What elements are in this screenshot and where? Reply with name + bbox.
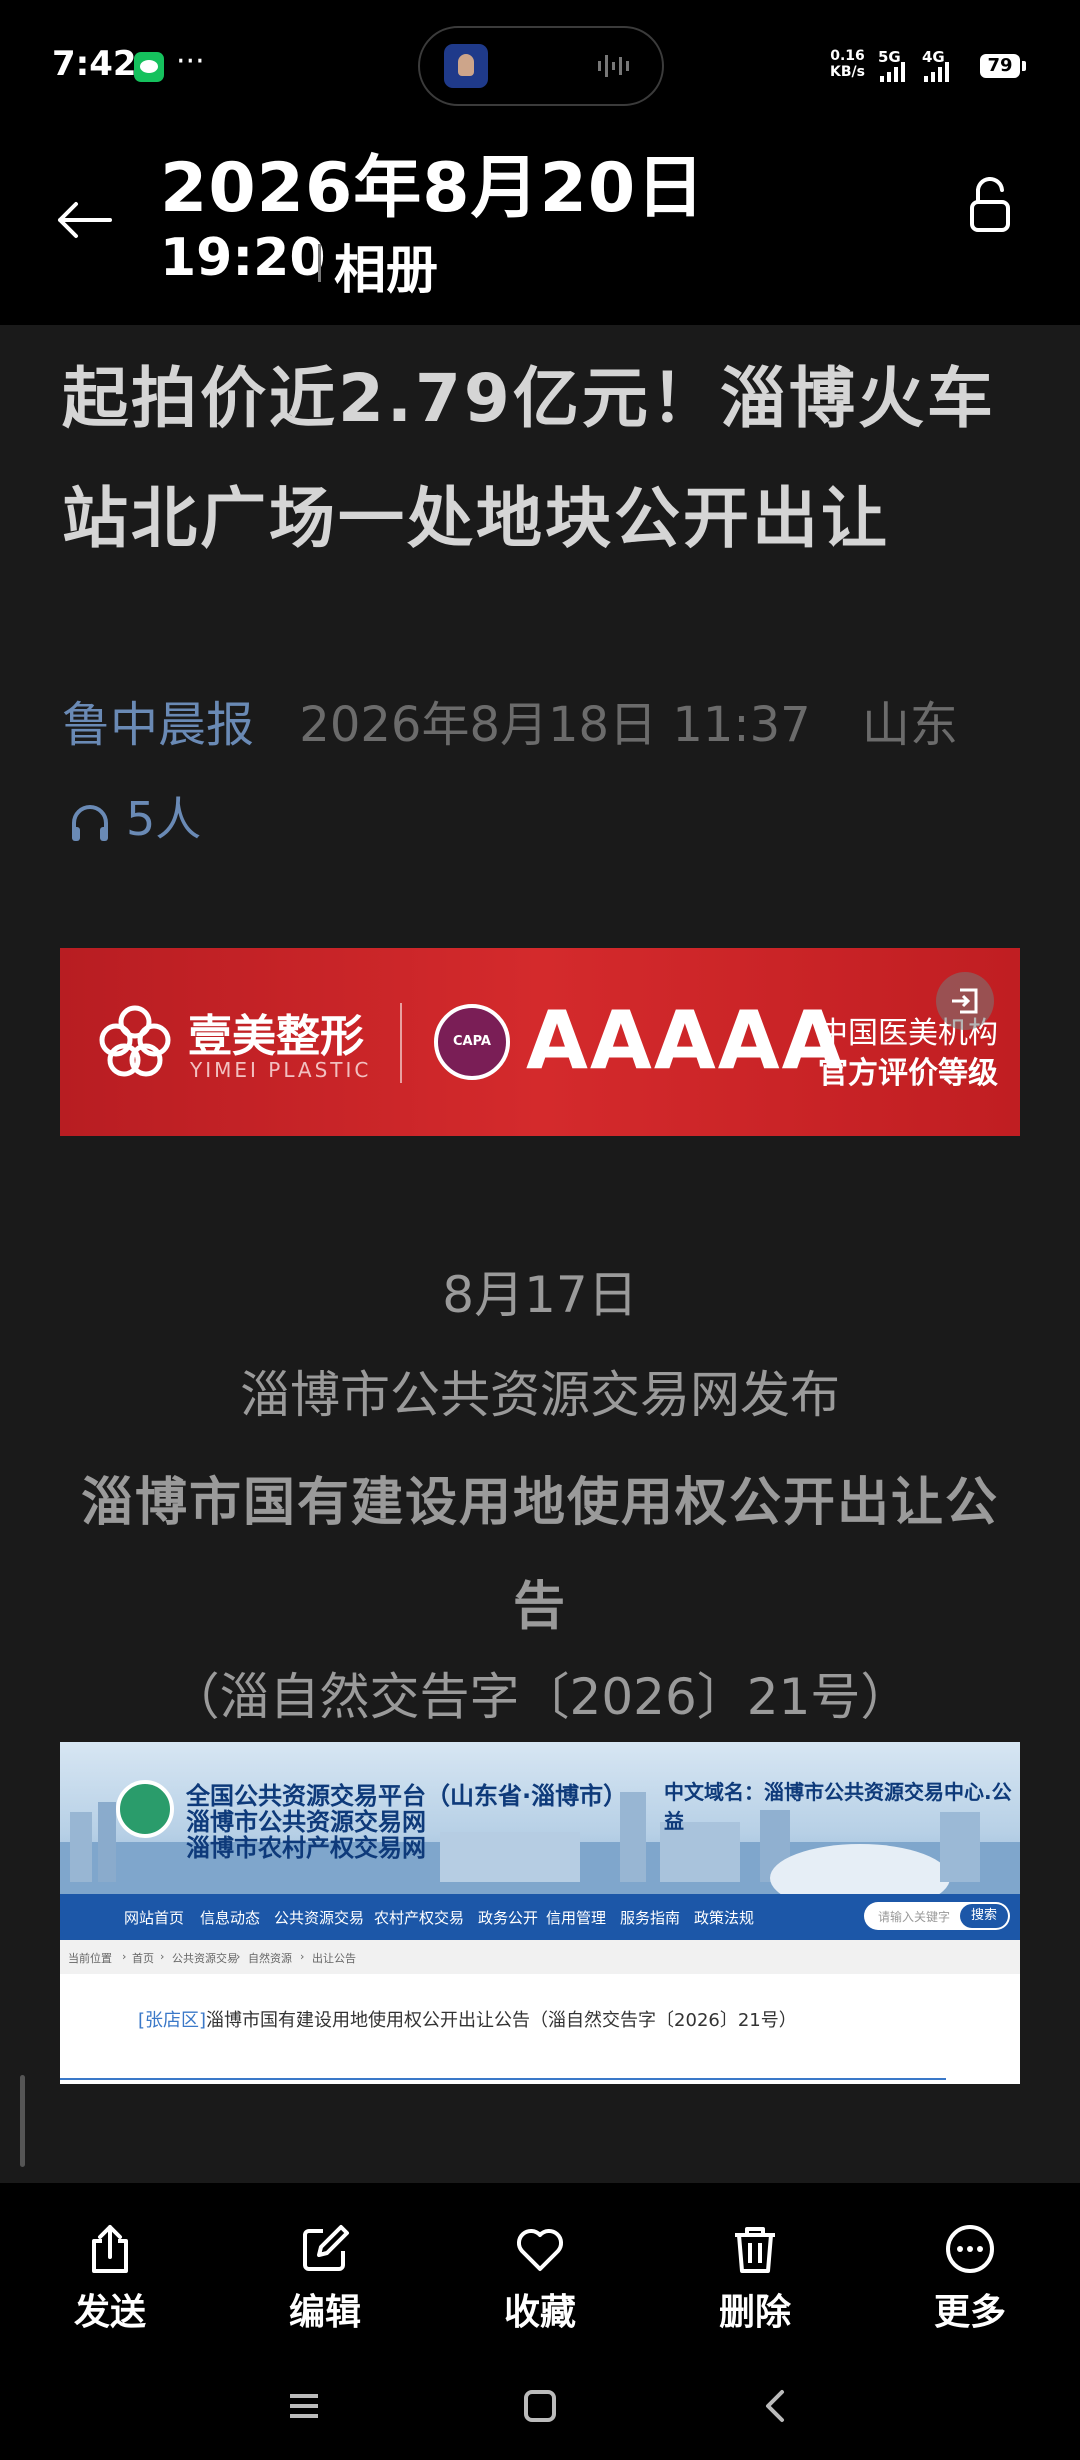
delete-button[interactable]: 删除 [675,2201,835,2341]
scroll-indicator[interactable] [20,2075,25,2167]
website-breadcrumb: 当前位置 › 首页 › 公共资源交易 › 自然资源 › 出让公告 [60,1940,1020,1974]
network-speed: 0.16 KB/s [830,48,865,80]
website-nav-item: 服务指南 [620,1909,681,1927]
delete-label: 删除 [718,2292,791,2333]
article-region: 山东 [861,697,958,753]
photo-time: 19:20 [160,228,326,288]
home-icon[interactable] [522,2388,558,2424]
more-label: 更多 [933,2292,1006,2333]
edit-button[interactable]: 编辑 [245,2201,405,2341]
ad-banner[interactable]: 壹美整形 YIMEI PLASTIC CAPA AAAAA 中国医美机构 官方评… [60,948,1020,1136]
website-search-button: 搜索 [960,1904,1008,1928]
favorite-label: 收藏 [503,2292,576,2333]
ad-divider [400,1003,402,1083]
website-nav-item: 政务公开 [478,1909,539,1927]
website-screenshot: 全国公共资源交易平台（山东省·淄博市） 淄博市公共资源交易网 淄博市农村产权交易… [60,1742,1020,2084]
website-nav-item: 公共资源交易 [274,1909,365,1927]
photo-content[interactable]: 起拍价近2.79亿元！淄博火车站北广场一处地块公开出让 鲁中晨报 2026年8月… [0,325,1080,2183]
website-nav-item: 农村产权交易 [374,1909,465,1927]
ad-brand: 壹美整形 [188,1011,364,1062]
arrow-left-icon[interactable] [56,200,112,240]
notice-date: 8月17日 [442,1266,638,1324]
favorite-button[interactable]: 收藏 [460,2201,620,2341]
wechat-notification-icon [134,52,164,82]
article-source: 鲁中晨报 [62,697,255,753]
listener-count: 5人 [68,783,201,849]
website-domain: 中文域名：淄博市公共资源交易中心.公益 [664,1780,1012,1833]
website-banner: 全国公共资源交易平台（山东省·淄博市） 淄博市公共资源交易网 淄博市农村产权交易… [60,1742,1020,1894]
edit-label: 编辑 [288,2292,361,2333]
website-search: 请输入关键字 搜索 [864,1902,1010,1930]
headphones-icon [72,804,108,841]
article-meta: 鲁中晨报 2026年8月18日 11:37 山东 [62,685,958,755]
website-nav-item: 信用管理 [546,1909,607,1927]
nav-back-icon[interactable] [758,2388,794,2424]
send-button[interactable]: 发送 [30,2201,190,2341]
ad-line-2: 官方评价等级 [818,1056,998,1091]
yimei-logo-icon [99,1005,171,1077]
ad-brand-en: YIMEI PLASTIC [190,1058,372,1082]
edit-icon [303,2225,349,2271]
notice-title: 淄博市国有建设用地使用权公开出让公告 [80,1473,999,1637]
website-divider [60,2078,946,2080]
notice-publisher: 淄博市公共资源交易网发布 [240,1366,840,1424]
unlock-icon[interactable] [968,176,1012,236]
website-title-3: 淄博市农村产权交易网 [186,1834,426,1862]
audio-wave-icon [598,55,629,77]
status-time: 7:42 [52,44,137,84]
dynamic-island[interactable] [418,26,664,106]
status-bar: 7:42 ··· 0.16 KB/s 5G 4G 79 [0,0,1080,130]
share-icon [92,2225,128,2273]
gallery-header: 2026年8月20日 19:20 相册 [0,130,1080,325]
more-notifications-icon: ··· [176,44,205,79]
ad-grade: AAAAA [526,994,846,1087]
article-title: 起拍价近2.79亿元！淄博火车站北广场一处地块公开出让 [62,360,996,557]
heart-icon [516,2228,564,2271]
capa-seal: CAPA [434,1004,510,1080]
header-divider [318,244,321,282]
battery-icon: 79 [980,54,1026,78]
album-name: 相册 [334,241,439,301]
more-button[interactable]: 更多 [890,2201,1050,2341]
photo-date: 2026年8月20日 [160,149,706,228]
more-icon [946,2225,994,2273]
website-nav-item: 网站首页 [124,1909,185,1927]
website-nav-item: 政策法规 [694,1909,755,1927]
website-emblem [116,1780,174,1838]
media-thumbnail [444,44,488,88]
website-nav-item: 信息动态 [200,1909,261,1927]
article-date: 2026年8月18日 11:37 [299,697,811,753]
website-notice-link: [张店区]淄博市国有建设用地使用权公开出让公告（淄自然交告字〔2026〕21号） [138,2010,797,2031]
trash-icon [735,2227,775,2273]
recent-apps-icon[interactable] [286,2388,322,2424]
signal-4g-icon: 4G [922,48,980,82]
notice-doc-number: （淄自然交告字〔2026〕21号） [169,1668,911,1726]
send-label: 发送 [73,2292,146,2333]
website-nav: 网站首页 信息动态 公共资源交易 农村产权交易 政务公开 信用管理 服务指南 政… [60,1894,1020,1940]
ad-exit-icon[interactable] [936,972,994,1030]
